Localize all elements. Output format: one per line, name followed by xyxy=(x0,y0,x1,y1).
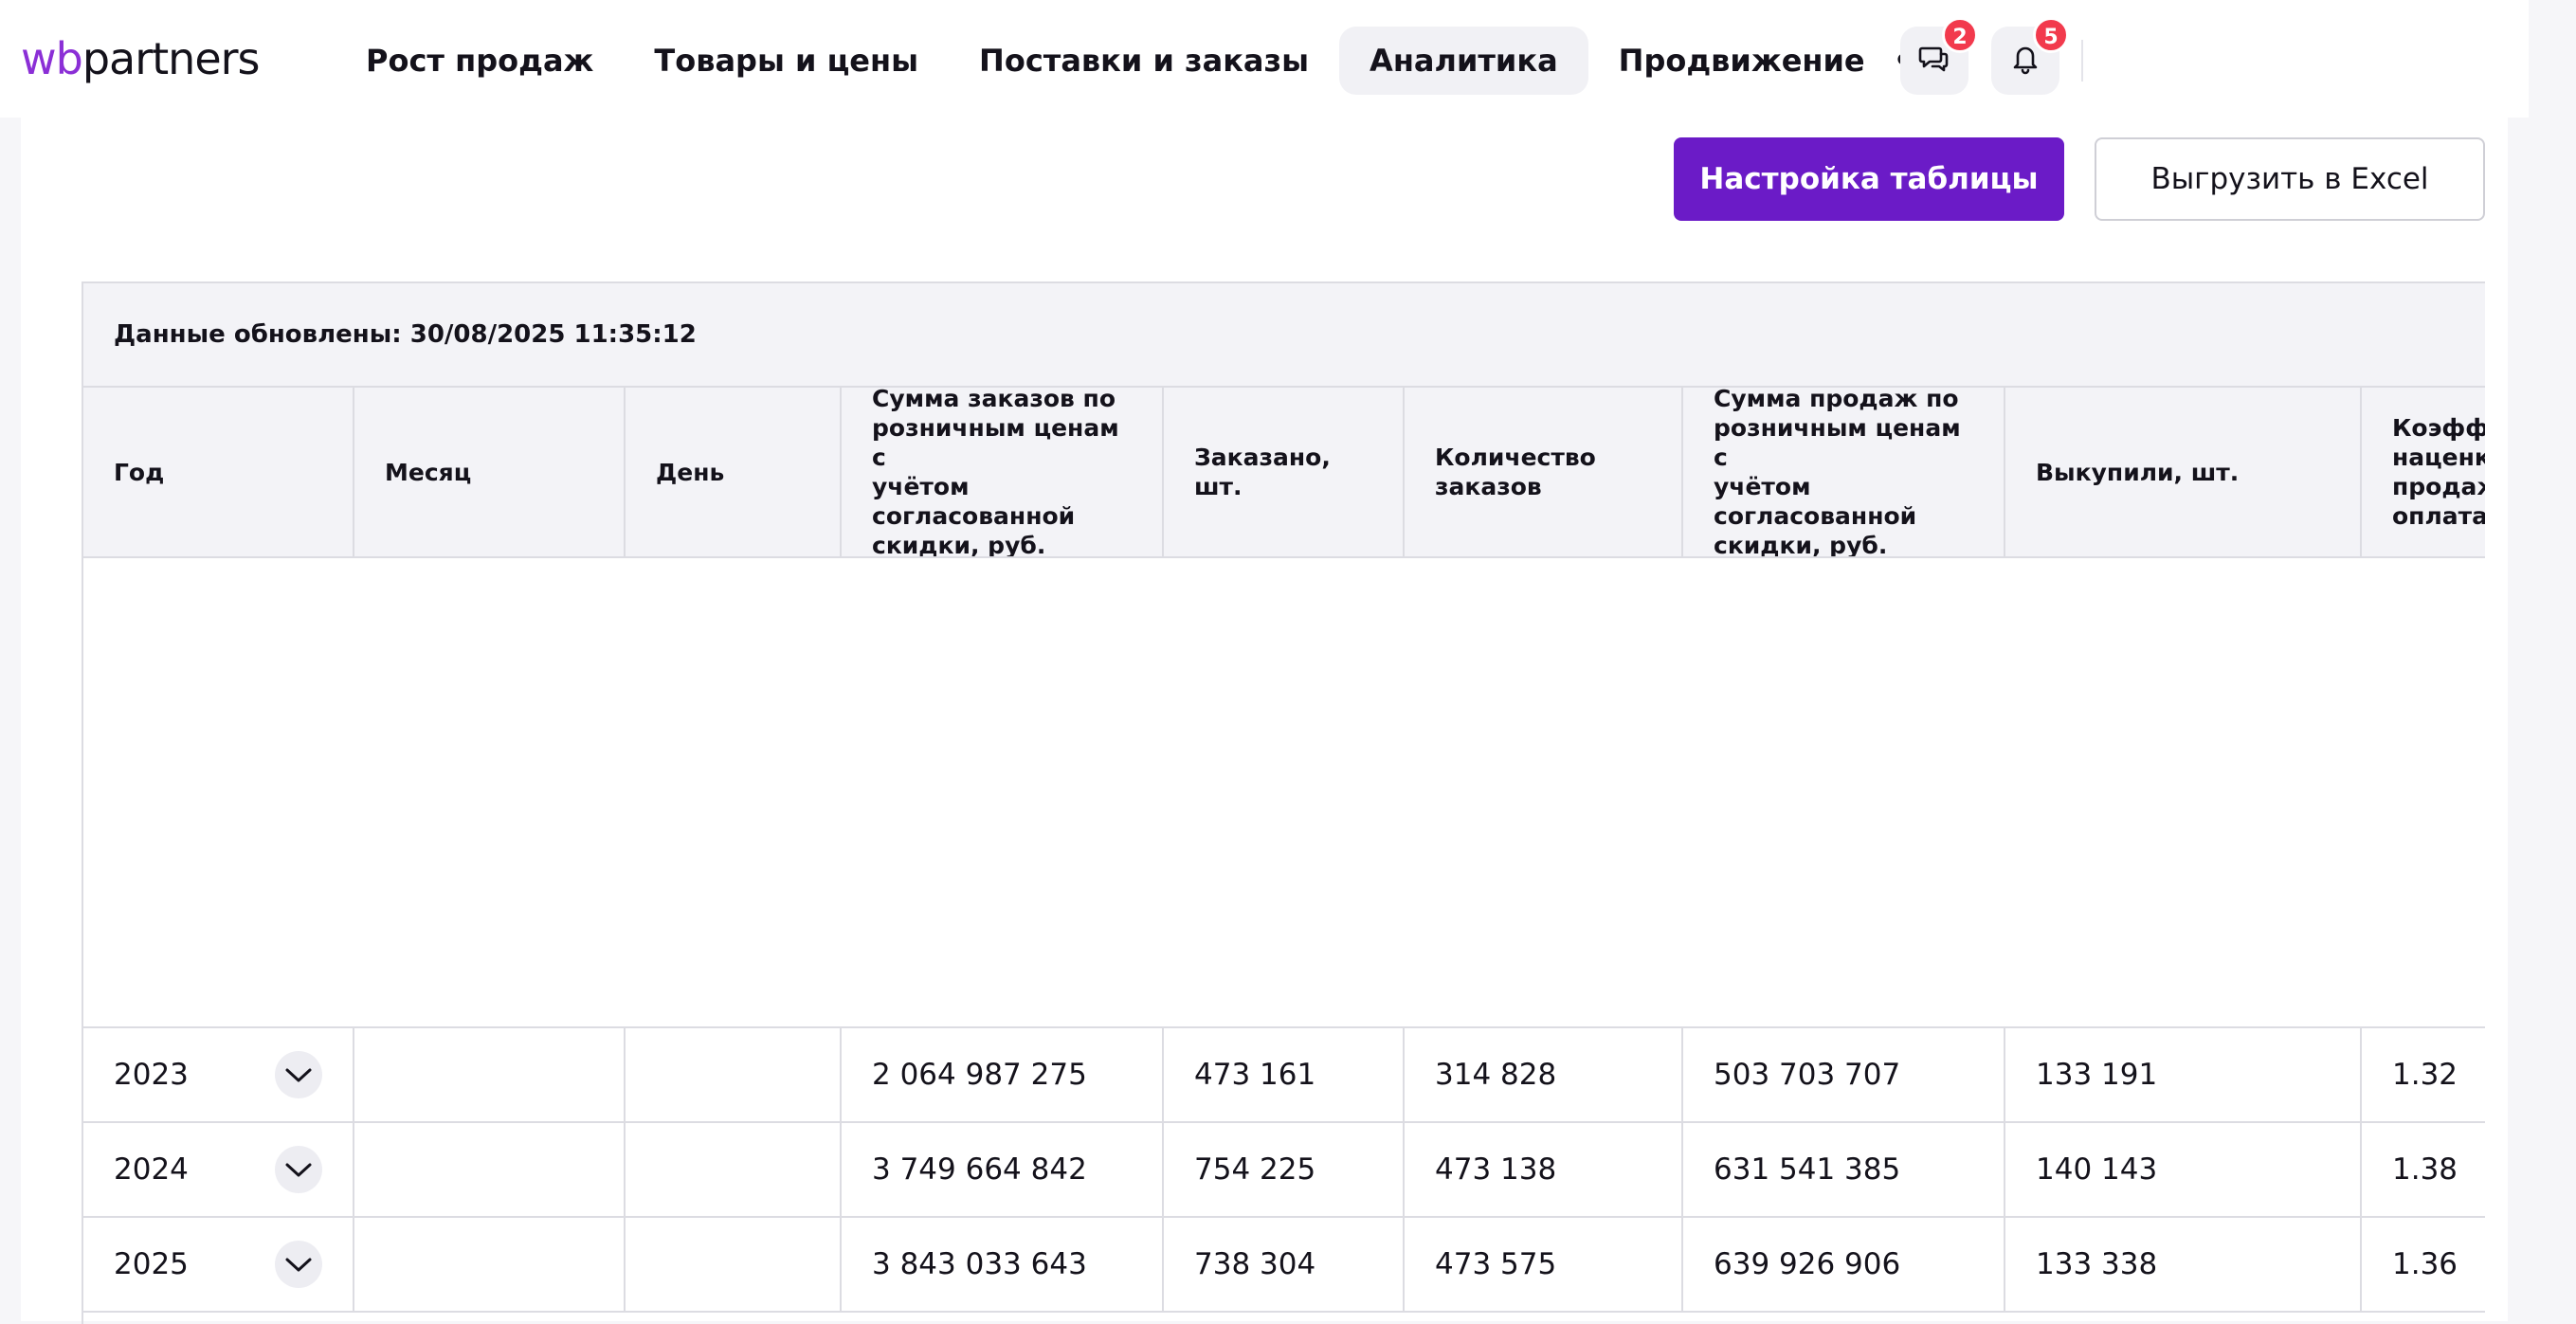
data-updated-label: Данные обновлены: 30/08/2025 11:35:12 xyxy=(83,283,2485,388)
main-nav: Рост продаж Товары и цены Поставки и зак… xyxy=(336,27,1957,95)
chevron-down-icon xyxy=(285,1068,312,1082)
cell-order-sum: 3 749 664 842 xyxy=(842,1123,1164,1216)
cell-month xyxy=(354,1028,626,1121)
page-gutter xyxy=(2529,0,2576,1321)
year-value: 2025 xyxy=(114,1247,189,1281)
row-tick xyxy=(82,934,83,935)
column-header-day[interactable]: День xyxy=(626,388,842,556)
export-excel-button[interactable]: Выгрузить в Excel xyxy=(2095,137,2485,221)
expand-row-button[interactable] xyxy=(275,1051,322,1098)
table-header-row: Год Месяц День Сумма заказов по розничным… xyxy=(83,388,2485,558)
column-header-order-sum[interactable]: Сумма заказов по розничным ценам с учётом … xyxy=(842,388,1164,556)
cell-markup-coef: 1.36 xyxy=(2392,1247,2458,1281)
column-header-orders-count[interactable]: Количество заказов xyxy=(1405,388,1683,556)
cell-year: 2025 xyxy=(83,1218,354,1311)
nav-item-goods-prices[interactable]: Товары и цены xyxy=(624,27,949,95)
column-header-bought-qty[interactable]: Выкупили, шт. xyxy=(2005,388,2362,556)
cell-month xyxy=(354,1123,626,1216)
expand-row-button[interactable] xyxy=(275,1241,322,1288)
cell-bought-qty: 133 191 xyxy=(2005,1028,2362,1121)
chat-button[interactable]: 2 xyxy=(1900,17,1978,95)
cell-month xyxy=(354,1218,626,1311)
cell-sales-sum: 503 703 707 xyxy=(1683,1028,2005,1121)
cell-sales-sum: 631 541 385 xyxy=(1683,1123,2005,1216)
header-divider xyxy=(2081,40,2083,82)
cell-sales-sum: 639 926 906 xyxy=(1683,1218,2005,1311)
cell-order-sum: 3 843 033 643 xyxy=(842,1218,1164,1311)
year-value: 2023 xyxy=(114,1058,189,1092)
table-row: 2025 3 843 033 643 738 304 473 575 639 9… xyxy=(83,1218,2485,1313)
row-tick xyxy=(82,839,83,841)
logo-partners: partners xyxy=(82,33,261,84)
cell-day xyxy=(626,1123,842,1216)
cell-bought-qty: 140 143 xyxy=(2005,1123,2362,1216)
cell-ordered-qty: 738 304 xyxy=(1164,1218,1405,1311)
nav-item-sales-growth[interactable]: Рост продаж xyxy=(336,27,624,95)
top-navigation-bar: wbpartners Рост продаж Товары и цены Пос… xyxy=(0,0,2576,118)
table-row: 2023 2 064 987 275 473 161 314 828 503 7… xyxy=(83,1028,2485,1123)
nav-item-promotion[interactable]: Продвижение xyxy=(1588,27,1896,95)
cell-day xyxy=(626,1028,842,1121)
chat-icon xyxy=(1918,43,1950,79)
cell-orders-count: 473 138 xyxy=(1405,1123,1683,1216)
table-row: 2024 3 749 664 842 754 225 473 138 631 5… xyxy=(83,1123,2485,1218)
cell-order-sum: 2 064 987 275 xyxy=(842,1028,1164,1121)
bell-icon xyxy=(2009,43,2041,79)
cell-ordered-qty: 473 161 xyxy=(1164,1028,1405,1121)
cell-year: 2024 xyxy=(83,1123,354,1216)
cell-year: 2023 xyxy=(83,1028,354,1121)
column-header-ordered-qty[interactable]: Заказано, шт. xyxy=(1164,388,1405,556)
row-tick xyxy=(82,649,83,651)
year-value: 2024 xyxy=(114,1152,189,1187)
notifications-button[interactable]: 5 xyxy=(1991,17,2069,95)
chevron-down-icon xyxy=(285,1163,312,1177)
column-header-markup-coef[interactable]: Коэффициентнаценкипродажоплатам xyxy=(2362,388,2485,556)
chevron-down-icon xyxy=(285,1258,312,1272)
nav-item-supplies-orders[interactable]: Поставки и заказы xyxy=(949,27,1339,95)
expand-row-button[interactable] xyxy=(275,1146,322,1193)
cell-orders-count: 314 828 xyxy=(1405,1028,1683,1121)
notifications-badge: 5 xyxy=(2033,17,2069,53)
cell-day xyxy=(626,1218,842,1311)
nav-item-analytics[interactable]: Аналитика xyxy=(1339,27,1588,95)
cell-bought-qty: 133 338 xyxy=(2005,1218,2362,1311)
cell-markup-coef: 1.38 xyxy=(2392,1152,2458,1187)
chat-badge: 2 xyxy=(1942,17,1978,53)
wb-partners-logo[interactable]: wbpartners xyxy=(21,28,260,89)
column-header-month[interactable]: Месяц xyxy=(354,388,626,556)
column-header-sales-sum[interactable]: Сумма продаж по розничным ценам с учётом с… xyxy=(1683,388,2005,556)
cell-markup-coef: 1.32 xyxy=(2392,1058,2458,1092)
cell-ordered-qty: 754 225 xyxy=(1164,1123,1405,1216)
table-empty-space xyxy=(83,558,2485,1028)
logo-wb: wb xyxy=(21,33,83,84)
cell-orders-count: 473 575 xyxy=(1405,1218,1683,1311)
row-tick xyxy=(82,744,83,746)
table-settings-button[interactable]: Настройка таблицы xyxy=(1674,137,2064,221)
report-card: Настройка таблицы Выгрузить в Excel Данн… xyxy=(21,118,2508,1324)
report-table: Данные обновлены: 30/08/2025 11:35:12 Го… xyxy=(82,281,2485,1324)
column-header-year[interactable]: Год xyxy=(83,388,354,556)
